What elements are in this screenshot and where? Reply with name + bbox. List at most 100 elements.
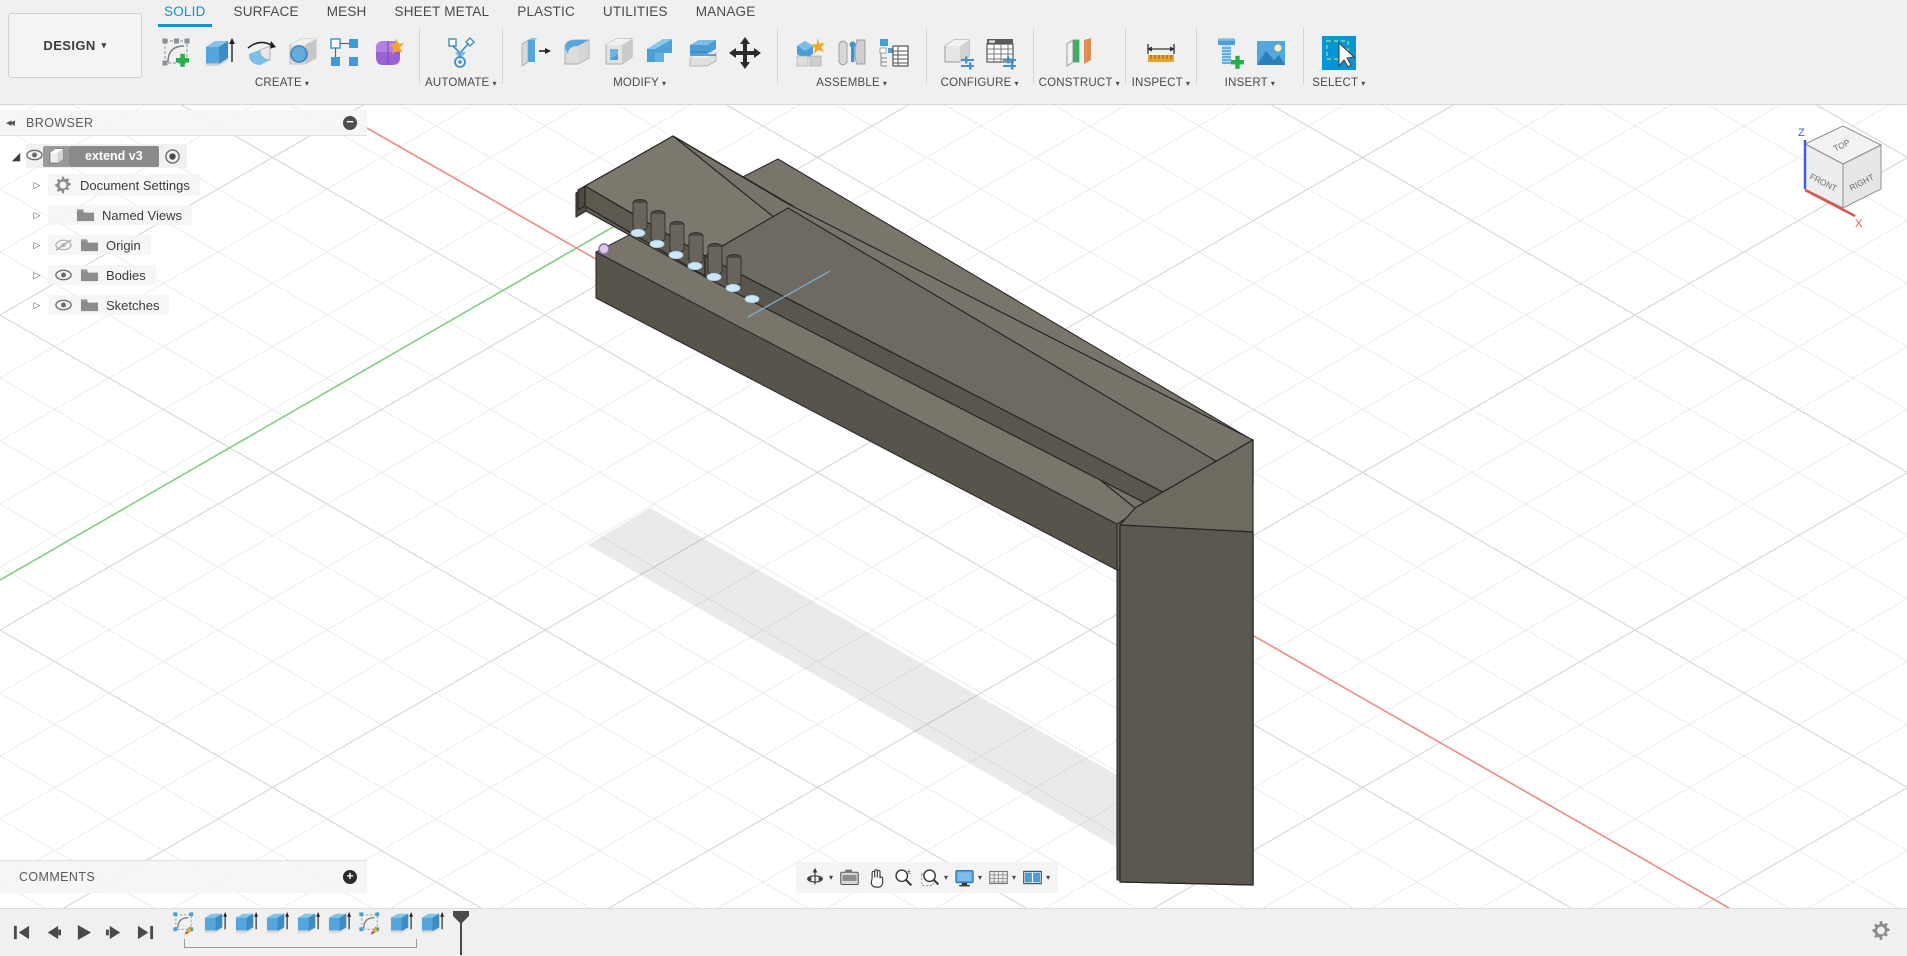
expand-arrow-icon[interactable]: ▷ bbox=[26, 240, 48, 251]
new-component-icon[interactable] bbox=[789, 30, 831, 76]
comments-panel[interactable]: COMMENTS + bbox=[0, 860, 367, 893]
chevron-down-icon[interactable]: ▾ bbox=[944, 873, 948, 882]
jump-to-beginning-button[interactable] bbox=[6, 917, 37, 948]
select-icon[interactable] bbox=[1315, 30, 1363, 76]
eye-icon[interactable] bbox=[26, 149, 43, 164]
look-at-icon[interactable] bbox=[836, 865, 863, 891]
jump-to-end-button[interactable] bbox=[130, 917, 161, 948]
chevron-down-icon[interactable]: ▾ bbox=[1012, 873, 1016, 882]
panel-divider bbox=[1032, 28, 1034, 84]
grid-snaps-icon[interactable]: ▾ bbox=[985, 865, 1019, 891]
root-component-name[interactable]: extend v3 bbox=[69, 145, 159, 167]
tab-plastic[interactable]: PLASTIC bbox=[503, 0, 589, 19]
panel-label-construct: CONSTRUCT ▾ bbox=[1038, 77, 1120, 89]
browser-item-label: Origin bbox=[106, 237, 141, 253]
press-pull-icon[interactable] bbox=[514, 30, 556, 76]
step-back-button[interactable] bbox=[37, 917, 68, 948]
measure-icon[interactable] bbox=[1137, 30, 1185, 76]
browser-header: ◂◂ BROWSER − bbox=[0, 110, 367, 136]
browser-item-named-views[interactable]: ▷ Named Views bbox=[0, 200, 367, 230]
tab-solid[interactable]: SOLID bbox=[150, 0, 220, 27]
fillet-icon[interactable] bbox=[556, 30, 598, 76]
browser-item-document-settings[interactable]: ▷ Document Settings bbox=[0, 170, 367, 200]
pan-icon[interactable] bbox=[863, 865, 890, 891]
pattern-icon[interactable] bbox=[324, 30, 366, 76]
insert-mcmaster-icon[interactable] bbox=[1208, 30, 1250, 76]
eye-hidden-icon[interactable] bbox=[50, 238, 76, 252]
panel-modify: MODIFY ▾ bbox=[508, 26, 772, 105]
panel-label-automate: AUTOMATE ▾ bbox=[425, 77, 497, 89]
tab-sheet-metal[interactable]: SHEET METAL bbox=[381, 0, 504, 19]
browser-item-origin[interactable]: ▷ Origin bbox=[0, 230, 367, 260]
tab-utilities[interactable]: UTILITIES bbox=[589, 0, 682, 19]
workspace-switcher-button[interactable]: DESIGN ▾ bbox=[8, 13, 142, 78]
create-sketch-icon[interactable] bbox=[156, 30, 198, 76]
timeline-end-marker[interactable] bbox=[450, 910, 472, 955]
browser-item-bodies[interactable]: ▷ Bodies bbox=[0, 260, 367, 290]
configuration-table-icon[interactable] bbox=[980, 30, 1022, 76]
gear-icon[interactable] bbox=[1871, 920, 1891, 945]
chevron-down-icon: ▾ bbox=[101, 40, 107, 50]
configure-model-icon[interactable] bbox=[938, 30, 980, 76]
collapse-panel-icon[interactable]: ◂◂ bbox=[6, 116, 15, 129]
timeline-feature-extrude[interactable] bbox=[200, 911, 231, 947]
ribbon-toolbar: DESIGN ▾ SOLID SURFACE MESH SHEET METAL … bbox=[0, 0, 1907, 105]
timeline-feature-extrude[interactable] bbox=[417, 911, 448, 947]
expand-triangle-icon[interactable]: ◢ bbox=[6, 150, 26, 163]
bom-icon[interactable] bbox=[873, 30, 915, 76]
folder-icon bbox=[72, 207, 98, 223]
view-cube[interactable]: TOP FRONT RIGHT Z X bbox=[1765, 112, 1895, 232]
offset-plane-icon[interactable] bbox=[1055, 30, 1103, 76]
folder-icon bbox=[76, 237, 102, 253]
panel-label-modify: MODIFY ▾ bbox=[613, 77, 667, 89]
timeline-feature-extrude[interactable] bbox=[262, 911, 293, 947]
timeline-feature-extrude[interactable] bbox=[324, 911, 355, 947]
eye-icon[interactable] bbox=[50, 268, 76, 282]
chevron-down-icon[interactable]: ▾ bbox=[1046, 873, 1050, 882]
eye-icon[interactable] bbox=[50, 298, 76, 312]
chevron-down-icon[interactable]: ▾ bbox=[978, 873, 982, 882]
move-copy-icon[interactable] bbox=[724, 30, 766, 76]
add-comment-icon[interactable]: + bbox=[343, 870, 357, 884]
tab-manage[interactable]: MANAGE bbox=[682, 0, 770, 19]
expand-arrow-icon[interactable]: ▷ bbox=[26, 180, 48, 191]
expand-arrow-icon[interactable]: ▷ bbox=[26, 270, 48, 281]
sphere-icon[interactable] bbox=[282, 30, 324, 76]
shell-icon[interactable] bbox=[598, 30, 640, 76]
combine-icon[interactable] bbox=[640, 30, 682, 76]
comments-title: COMMENTS bbox=[19, 870, 96, 884]
panel-label-create: CREATE ▾ bbox=[254, 77, 310, 89]
create-form-icon[interactable] bbox=[366, 30, 408, 76]
workspace-label: DESIGN bbox=[43, 38, 96, 53]
timeline-feature-sketch[interactable] bbox=[169, 911, 200, 947]
display-settings-icon[interactable]: ▾ bbox=[951, 865, 985, 891]
timeline-feature-sketch[interactable] bbox=[355, 911, 386, 947]
expand-arrow-icon[interactable]: ▷ bbox=[26, 210, 48, 221]
panel-assemble: ASSEMBLE ▾ bbox=[783, 26, 921, 105]
tab-surface[interactable]: SURFACE bbox=[220, 0, 313, 19]
chevron-down-icon[interactable]: ▾ bbox=[829, 873, 833, 882]
tab-mesh[interactable]: MESH bbox=[313, 0, 381, 19]
zoom-window-icon[interactable]: ▾ bbox=[917, 865, 951, 891]
zoom-icon[interactable]: ± bbox=[890, 865, 917, 891]
panel-configure: CONFIGURE ▾ bbox=[932, 26, 1028, 105]
browser-item-sketches[interactable]: ▷ Sketches bbox=[0, 290, 367, 320]
automate-icon[interactable] bbox=[437, 30, 485, 76]
minimize-icon[interactable]: − bbox=[343, 115, 357, 130]
orbit-icon[interactable]: ▾ bbox=[801, 865, 836, 891]
decal-icon[interactable] bbox=[1250, 30, 1292, 76]
offset-face-icon[interactable] bbox=[682, 30, 724, 76]
joint-icon[interactable] bbox=[831, 30, 873, 76]
viewports-icon[interactable]: ▾ bbox=[1019, 865, 1053, 891]
step-forward-button[interactable] bbox=[99, 917, 130, 948]
extrude-icon[interactable] bbox=[198, 30, 240, 76]
radio-dot-icon[interactable] bbox=[159, 148, 187, 164]
play-button[interactable] bbox=[68, 917, 99, 948]
timeline-feature-extrude[interactable] bbox=[231, 911, 262, 947]
viewcube-z-label: Z bbox=[1798, 127, 1805, 139]
expand-arrow-icon[interactable]: ▷ bbox=[26, 300, 48, 311]
revolve-icon[interactable] bbox=[240, 30, 282, 76]
browser-root-component[interactable]: ◢ extend v3 bbox=[0, 142, 367, 170]
timeline-feature-extrude[interactable] bbox=[386, 911, 417, 947]
timeline-feature-extrude[interactable] bbox=[293, 911, 324, 947]
